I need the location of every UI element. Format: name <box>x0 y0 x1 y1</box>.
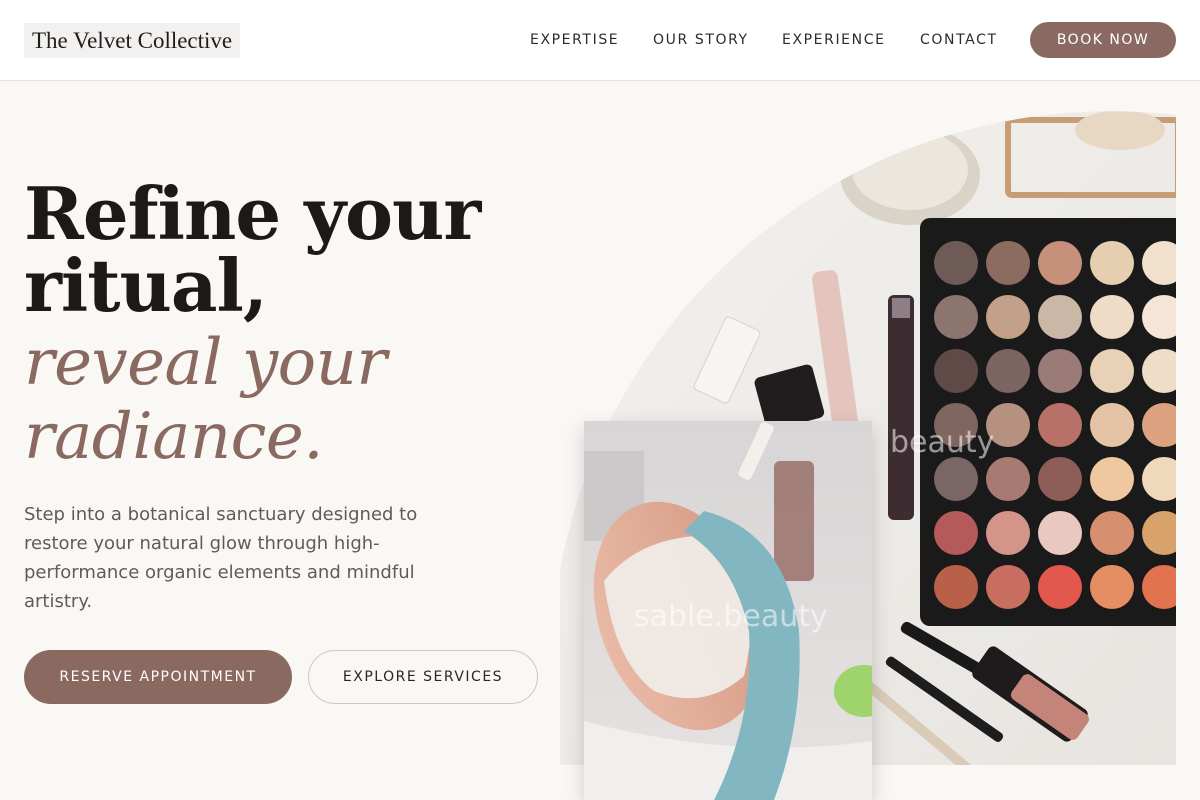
eyeshadow-pan <box>1090 457 1134 501</box>
hero-intro-text: Step into a botanical sanctuary designed… <box>24 500 444 616</box>
eyeshadow-pan <box>1038 349 1082 393</box>
eyeshadow-pan <box>1090 295 1134 339</box>
eyeshadow-pan <box>986 241 1030 285</box>
hero-intro-line: Step into a botanical sanctuary designed… <box>24 504 418 525</box>
eyeshadow-pan <box>1090 511 1134 555</box>
eyeshadow-pan <box>1038 241 1082 285</box>
eyeshadow-pan <box>1090 403 1134 447</box>
eyeshadow-pan <box>1038 295 1082 339</box>
hero-headline-line: ritual, <box>24 243 268 328</box>
explore-services-button[interactable]: EXPLORE SERVICES <box>308 650 538 704</box>
hero-headline-line: Refine your <box>24 171 481 256</box>
eyeshadow-pan <box>986 565 1030 609</box>
reserve-appointment-button[interactable]: RESERVE APPOINTMENT <box>24 650 292 704</box>
eyeshadow-pan <box>986 295 1030 339</box>
eyeshadow-pan <box>1142 511 1176 555</box>
eyeshadow-pan <box>1142 565 1176 609</box>
hero-accent-line: reveal your <box>24 326 387 400</box>
eyeshadow-pan <box>934 511 978 555</box>
nav-item-our-story[interactable]: OUR STORY <box>653 29 749 51</box>
hero-intro-line: performance organic elements and mindful <box>24 562 415 583</box>
eyeshadow-pan <box>1090 565 1134 609</box>
hero-intro-line: restore your natural glow through high- <box>24 533 380 554</box>
eyeshadow-pan <box>986 349 1030 393</box>
book-now-button[interactable]: BOOK NOW <box>1030 22 1176 58</box>
eyeshadow-pan <box>1142 349 1176 393</box>
eyeshadow-pan <box>1142 295 1176 339</box>
eyeshadow-pan <box>934 241 978 285</box>
hero-accent-headline: reveal your radiance. <box>24 326 387 474</box>
hero-imagery: beauty sable.beauty <box>560 100 1200 800</box>
hero-accent-line: radiance. <box>24 400 324 474</box>
eyeshadow-pan <box>986 511 1030 555</box>
hero-headline: Refine your ritual, <box>24 171 481 328</box>
eyeshadow-pan <box>934 295 978 339</box>
eyeshadow-pan <box>934 349 978 393</box>
eyeshadow-pan <box>1142 457 1176 501</box>
watermark: sable.beauty <box>634 599 828 634</box>
nav-item-contact[interactable]: CONTACT <box>920 29 998 51</box>
eyeshadow-pan <box>1038 457 1082 501</box>
eyeshadow-pan <box>1038 403 1082 447</box>
eyeshadow-pan <box>1142 241 1176 285</box>
eyeshadow-pan <box>1038 511 1082 555</box>
eyeshadow-pan <box>1090 241 1134 285</box>
nav-item-experience[interactable]: EXPERIENCE <box>782 29 886 51</box>
watermark-partial: beauty <box>890 425 994 460</box>
eyeshadow-pan <box>1090 349 1134 393</box>
site-header: The Velvet Collective EXPERTISE OUR STOR… <box>0 0 1200 81</box>
eyeshadow-pan <box>986 457 1030 501</box>
eyeshadow-pan <box>934 565 978 609</box>
hero-intro-line: artistry. <box>24 591 93 612</box>
eyeshadow-pan <box>1142 403 1176 447</box>
eyeshadow-pan <box>934 457 978 501</box>
nav-item-expertise[interactable]: EXPERTISE <box>530 29 619 51</box>
eyeshadow-pan <box>1038 565 1082 609</box>
brand-logo[interactable]: The Velvet Collective <box>24 23 241 58</box>
